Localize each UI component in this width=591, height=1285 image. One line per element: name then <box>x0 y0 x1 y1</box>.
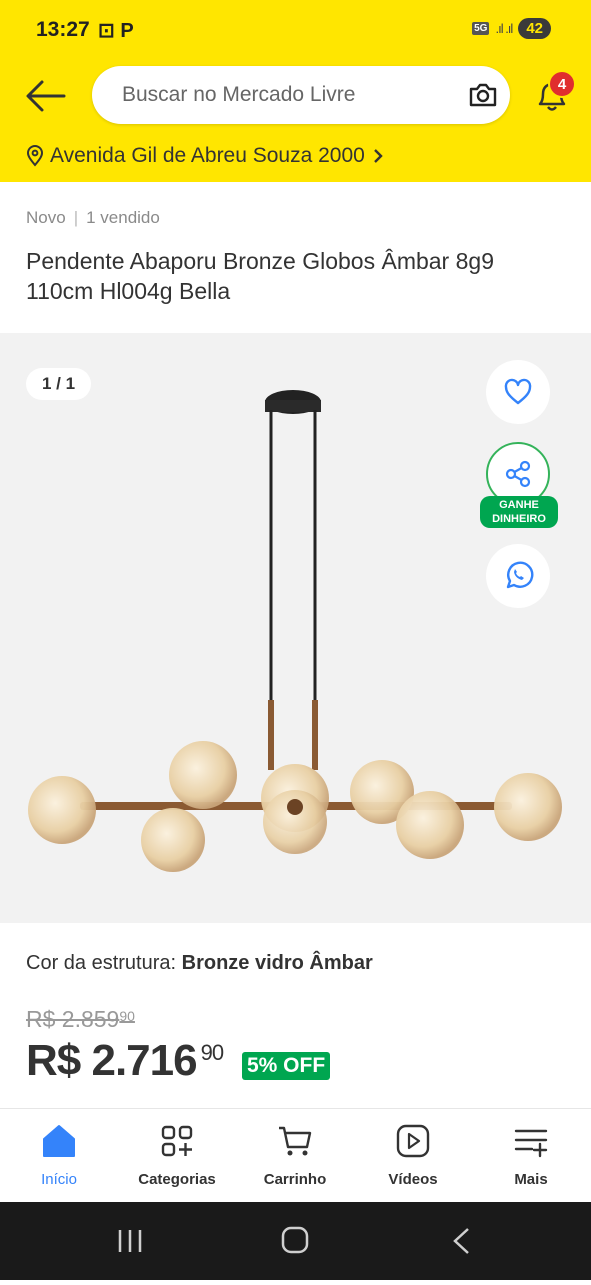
back-arrow-icon <box>26 80 66 112</box>
nav-label: Início <box>41 1171 77 1188</box>
current-price: R$ 2.716 90 <box>26 1036 224 1085</box>
system-nav-icons <box>118 1226 469 1254</box>
categories-icon <box>161 1125 193 1157</box>
nav-label: Carrinho <box>263 1171 327 1188</box>
home-icon <box>43 1125 75 1157</box>
cart-icon <box>279 1126 312 1156</box>
whatsapp-icon <box>506 561 534 589</box>
share-icon <box>505 460 531 488</box>
nav-item-carrinho[interactable]: Carrinho <box>236 1109 354 1203</box>
camera-icon[interactable] <box>468 80 498 110</box>
nav-item-categorias[interactable]: Categorias <box>118 1109 236 1203</box>
status-app-icons: ⊡ P <box>98 20 134 42</box>
home-system-icon[interactable] <box>281 1226 309 1254</box>
notification-badge: 4 <box>548 70 576 98</box>
nav-label: Vídeos <box>388 1171 438 1188</box>
search-input[interactable]: Buscar no Mercado Livre <box>92 66 510 124</box>
chevron-right-icon <box>374 149 383 163</box>
color-label: Cor da estrutura: <box>26 952 177 974</box>
location-pin-icon <box>26 145 44 167</box>
product-condition: Novo | 1 vendido <box>26 208 160 227</box>
more-icon <box>514 1129 548 1158</box>
video-icon <box>396 1124 430 1158</box>
signal-icon: .ıl .ıl <box>495 21 513 36</box>
heart-icon <box>504 378 532 405</box>
favorite-button[interactable] <box>486 360 550 424</box>
status-indicators: 5G .ıl .ıl 42 <box>472 18 551 39</box>
original-price: R$ 2.85990 <box>26 1006 135 1032</box>
discount-badge: 5% OFF <box>242 1052 331 1080</box>
status-bar: 13:27 ⊡ P 5G .ıl .ıl 42 <box>0 0 591 60</box>
nav-item-mais[interactable]: Mais <box>472 1109 590 1203</box>
battery-indicator: 42 <box>518 18 551 39</box>
product-title: Pendente Abaporu Bronze Globos Âmbar 8g9… <box>26 248 494 304</box>
status-time: 13:27 <box>36 18 90 41</box>
earn-money-label[interactable]: GANHE DINHEIRO <box>480 496 558 528</box>
recent-apps-icon[interactable] <box>118 1230 142 1252</box>
delivery-address[interactable]: Avenida Gil de Abreu Souza 2000 <box>26 144 385 168</box>
color-value: Bronze vidro Âmbar <box>181 952 373 974</box>
network-label: 5G <box>472 22 490 35</box>
bottom-nav: Início Categorias Carrinho Vídeos Mais <box>0 1108 591 1202</box>
nav-label: Mais <box>514 1171 548 1188</box>
back-button[interactable] <box>24 76 68 116</box>
image-counter: 1 / 1 <box>26 368 92 400</box>
color-selector[interactable]: Cor da estrutura: Bronze vidro Âmbar <box>26 952 373 975</box>
back-system-icon[interactable] <box>453 1228 469 1254</box>
search-placeholder: Buscar no Mercado Livre <box>122 83 356 106</box>
sold-count: 1 vendido <box>86 208 160 227</box>
nav-item-videos[interactable]: Vídeos <box>354 1109 472 1203</box>
system-nav-bar <box>0 1202 591 1280</box>
nav-item-inicio[interactable]: Início <box>0 1109 118 1203</box>
nav-label: Categorias <box>138 1171 216 1188</box>
whatsapp-share-button[interactable] <box>486 544 550 608</box>
condition-label: Novo <box>26 208 66 227</box>
address-text: Avenida Gil de Abreu Souza 2000 <box>50 144 365 167</box>
